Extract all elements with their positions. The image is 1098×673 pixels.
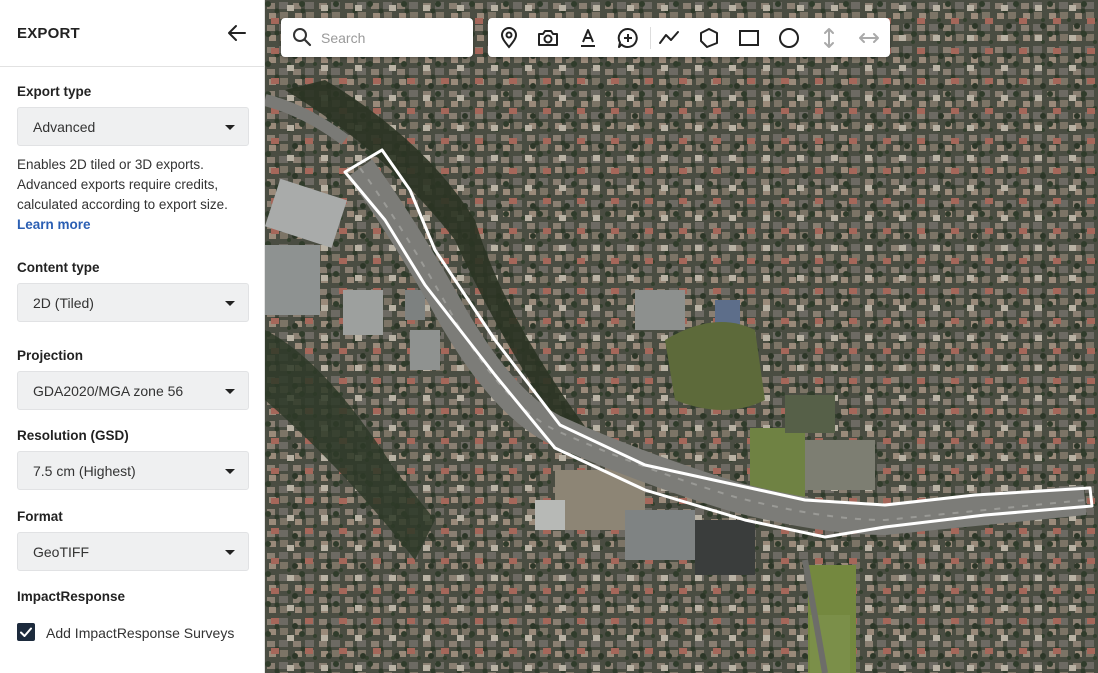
- circle-icon: [779, 28, 799, 48]
- format-value: GeoTIFF: [33, 544, 90, 560]
- toolbar-divider: [650, 27, 651, 49]
- export-type-select[interactable]: Advanced: [17, 107, 249, 146]
- polygon-icon: [700, 28, 718, 48]
- caret-down-icon: [225, 301, 235, 306]
- aerial-imagery: [265, 0, 1098, 673]
- caret-down-icon: [225, 469, 235, 474]
- polygon-button[interactable]: [696, 25, 722, 51]
- horizontal-measure-icon: [859, 33, 879, 43]
- text-annotation-icon: [581, 29, 595, 47]
- projection-select[interactable]: GDA2020/MGA zone 56: [17, 371, 249, 410]
- format-select[interactable]: GeoTIFF: [17, 532, 249, 571]
- circle-button[interactable]: [776, 25, 802, 51]
- search-icon: [293, 28, 312, 47]
- checkmark-icon: [20, 627, 32, 637]
- panel-header: EXPORT: [0, 0, 264, 67]
- export-panel: EXPORT Export type Advanced Enables 2D t…: [0, 0, 265, 673]
- search-input[interactable]: [319, 26, 463, 50]
- description-text: Enables 2D tiled or 3D exports. Advanced…: [17, 157, 228, 212]
- export-type-description: Enables 2D tiled or 3D exports. Advanced…: [17, 155, 252, 235]
- arrow-left-icon: [228, 25, 246, 41]
- content-type-value: 2D (Tiled): [33, 295, 94, 311]
- map-search[interactable]: [281, 18, 473, 57]
- rectangle-icon: [739, 30, 759, 46]
- vertical-measure-icon: [824, 28, 834, 48]
- location-pin-icon: [500, 27, 518, 49]
- horizontal-measure-button[interactable]: [856, 25, 882, 51]
- content-type-select[interactable]: 2D (Tiled): [17, 283, 249, 322]
- location-pin-button[interactable]: [496, 25, 522, 51]
- impact-response-checkbox-label: Add ImpactResponse Surveys: [46, 625, 235, 641]
- camera-icon: [538, 30, 558, 46]
- add-comment-icon: [617, 27, 638, 48]
- vertical-measure-button[interactable]: [816, 25, 842, 51]
- resolution-select[interactable]: 7.5 cm (Highest): [17, 451, 249, 490]
- add-comment-button[interactable]: [615, 25, 641, 51]
- caret-down-icon: [225, 125, 235, 130]
- polyline-icon: [659, 31, 679, 44]
- impact-response-checkbox[interactable]: [17, 623, 35, 641]
- export-type-label: Export type: [17, 84, 92, 99]
- map-view[interactable]: [265, 0, 1098, 673]
- caret-down-icon: [225, 389, 235, 394]
- learn-more-link[interactable]: Learn more: [17, 215, 91, 235]
- projection-value: GDA2020/MGA zone 56: [33, 383, 184, 399]
- caret-down-icon: [225, 550, 235, 555]
- panel-title: EXPORT: [17, 25, 80, 42]
- projection-label: Projection: [17, 348, 84, 363]
- text-annotation-button[interactable]: [575, 25, 601, 51]
- export-type-value: Advanced: [33, 119, 96, 135]
- polyline-button[interactable]: [656, 25, 682, 51]
- format-label: Format: [17, 509, 63, 524]
- resolution-value: 7.5 cm (Highest): [33, 463, 136, 479]
- content-type-label: Content type: [17, 260, 100, 275]
- map-toolbar: [488, 18, 890, 57]
- rectangle-button[interactable]: [736, 25, 762, 51]
- camera-button[interactable]: [535, 25, 561, 51]
- impact-response-label: ImpactResponse: [17, 589, 126, 604]
- back-button[interactable]: [226, 22, 248, 44]
- resolution-label: Resolution (GSD): [17, 428, 129, 443]
